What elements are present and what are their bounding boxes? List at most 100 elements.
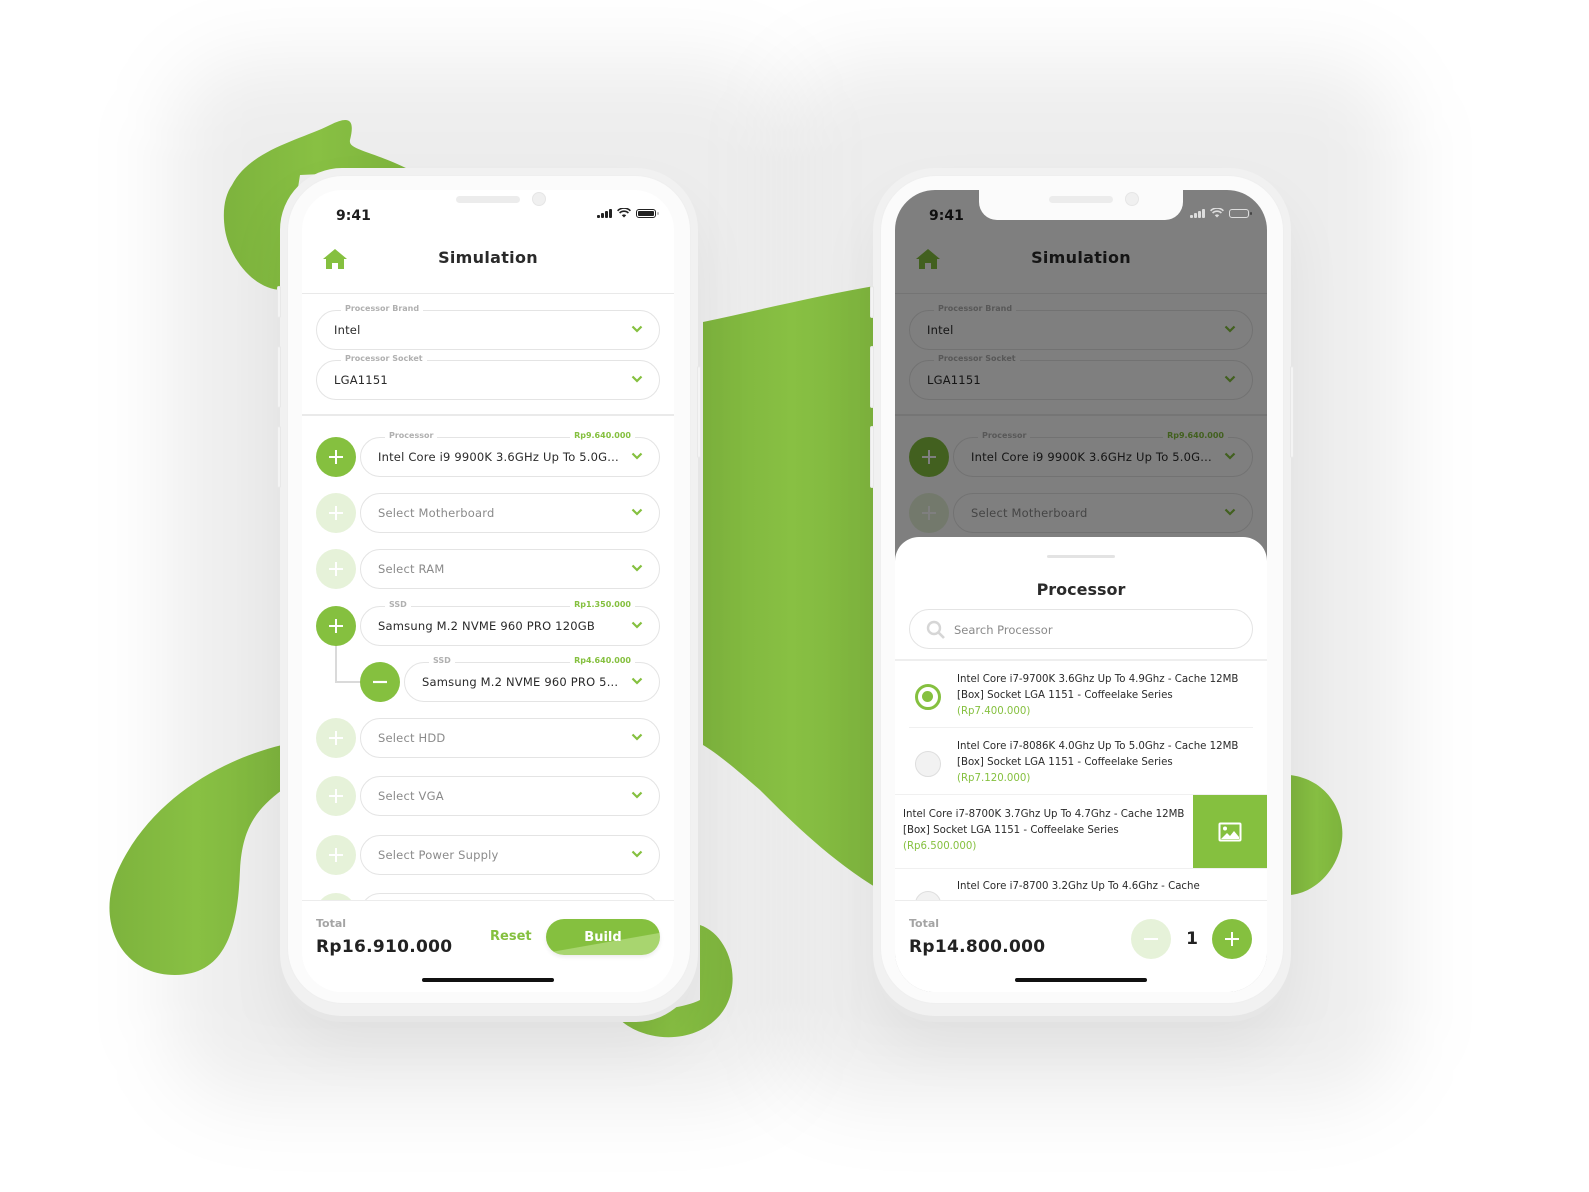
field-price: Rp1.350.000: [570, 600, 635, 609]
blob-center: [703, 285, 880, 890]
radio-unchecked[interactable]: [915, 751, 941, 777]
signal-icon: [597, 208, 612, 218]
option-name: Intel Core i7-8700K 3.7Ghz Up To 4.7Ghz …: [903, 809, 1185, 836]
ssd-select[interactable]: SSD Rp1.350.000 Samsung M.2 NVME 960 PRO…: [360, 600, 660, 646]
battery-icon: [636, 208, 659, 218]
field-price: Rp4.640.000: [570, 656, 635, 665]
option-price: (Rp6.500.000): [903, 841, 977, 852]
field-value: Samsung M.2 NVME 960 PRO 120GB: [378, 619, 595, 633]
side-button: [277, 286, 281, 318]
add-ram-button[interactable]: [316, 549, 356, 589]
status-time: 9:41: [336, 208, 371, 224]
chevron-down-icon: [631, 677, 643, 685]
total-label: Total: [316, 917, 347, 930]
reset-button[interactable]: Reset: [490, 929, 532, 944]
decrease-quantity-button[interactable]: [1131, 919, 1171, 959]
row-divider: [909, 727, 1253, 728]
phone-simulation: 9:41 Simulation Processor Brand Intel Pr…: [277, 168, 701, 1016]
chevron-down-icon: [631, 452, 643, 460]
tree-connector: [335, 681, 361, 683]
chevron-down-icon: [631, 375, 643, 383]
hdd-select[interactable]: Select HDD: [360, 718, 660, 758]
chevron-down-icon: [631, 791, 643, 799]
plus-icon: [329, 848, 343, 862]
page-title: Simulation: [438, 248, 538, 267]
ssd-select-2[interactable]: SSD Rp4.640.000 Samsung M.2 NVME 960 PRO…: [404, 656, 660, 702]
home-indicator: [422, 977, 554, 982]
decorative-blobs: [109, 120, 1343, 1038]
chevron-down-icon: [631, 733, 643, 741]
processor-brand-select[interactable]: Processor Brand Intel: [316, 304, 660, 350]
minus-icon: [1144, 938, 1158, 940]
search-field[interactable]: [909, 609, 1253, 649]
option-name: Intel Core i7-8700 3.2Ghz Up To 4.6Ghz -…: [957, 881, 1200, 892]
processor-select[interactable]: Processor Rp9.640.000 Intel Core i9 9900…: [360, 431, 660, 477]
increase-quantity-button[interactable]: [1212, 919, 1252, 959]
side-button: [277, 346, 281, 408]
field-label: Processor: [385, 431, 438, 440]
home-indicator: [1015, 977, 1147, 982]
motherboard-select[interactable]: Select Motherboard: [360, 493, 660, 533]
add-processor-button[interactable]: [316, 437, 356, 477]
field-placeholder: Select RAM: [378, 562, 445, 576]
field-value: Intel Core i9 9900K 3.6GHz Up To 5.0G...: [378, 450, 619, 464]
field-label: Processor Brand: [341, 304, 424, 313]
power-supply-select[interactable]: Select Power Supply: [360, 835, 660, 875]
chevron-down-icon: [631, 508, 643, 516]
signal-icon: [1190, 208, 1205, 218]
option-price: (Rp7.120.000): [957, 773, 1031, 784]
blob-right: [1290, 775, 1343, 895]
radio-checked[interactable]: [915, 684, 941, 710]
section-divider: [302, 414, 674, 416]
wifi-icon: [617, 208, 631, 218]
screen: 9:41 Simulation Processor Brand Intel Pr…: [302, 190, 674, 992]
plus-icon: [329, 619, 343, 633]
blob-bottom-left: [109, 745, 283, 975]
add-ssd-button[interactable]: [316, 606, 356, 646]
side-button: [697, 366, 701, 458]
option-name: Intel Core i7-9700K 3.6Ghz Up To 4.9Ghz …: [957, 674, 1239, 701]
field-label: SSD: [429, 656, 455, 665]
vga-select[interactable]: Select VGA: [360, 776, 660, 816]
add-hdd-button[interactable]: [316, 718, 356, 758]
ram-select[interactable]: Select RAM: [360, 549, 660, 589]
field-placeholder: Select VGA: [378, 789, 444, 803]
search-input[interactable]: [954, 620, 1234, 640]
side-button: [277, 426, 281, 488]
side-button: [870, 346, 874, 408]
add-vga-button[interactable]: [316, 776, 356, 816]
plus-icon: [329, 506, 343, 520]
chevron-down-icon: [631, 564, 643, 572]
processor-socket-select[interactable]: Processor Socket LGA1151: [316, 354, 660, 400]
add-motherboard-button[interactable]: [316, 493, 356, 533]
quantity-value: 1: [1186, 929, 1198, 949]
list-item-swiped[interactable]: Intel Core i7-8700K 3.7Ghz Up To 4.7Ghz …: [895, 795, 1267, 869]
plus-icon: [329, 450, 343, 464]
list-item[interactable]: Intel Core i7-9700K 3.6Ghz Up To 4.9Ghz …: [895, 662, 1267, 728]
camera: [1125, 192, 1139, 206]
option-name: Intel Core i7-8086K 4.0Ghz Up To 5.0Ghz …: [957, 741, 1239, 768]
wifi-icon: [1210, 208, 1224, 218]
search-icon: [926, 620, 945, 639]
build-button[interactable]: Build: [546, 919, 660, 955]
sheet-grabber[interactable]: [1047, 555, 1115, 558]
chevron-down-icon: [631, 621, 643, 629]
plus-icon: [329, 562, 343, 576]
side-button: [1290, 366, 1294, 458]
status-icons: [1190, 208, 1252, 218]
field-placeholder: Select HDD: [378, 731, 446, 745]
status-icons: [597, 208, 659, 218]
plus-icon: [329, 731, 343, 745]
view-image-button[interactable]: [1193, 795, 1267, 869]
field-label: SSD: [385, 600, 411, 609]
sheet-title: Processor: [1036, 580, 1126, 599]
add-power-supply-button[interactable]: [316, 835, 356, 875]
field-placeholder: Select Power Supply: [378, 848, 499, 862]
row-divider: [895, 868, 1267, 869]
remove-ssd-button[interactable]: [360, 662, 400, 702]
side-button: [870, 426, 874, 488]
plus-icon: [329, 789, 343, 803]
field-value: LGA1151: [334, 373, 388, 387]
list-item[interactable]: Intel Core i7-8086K 4.0Ghz Up To 5.0Ghz …: [895, 729, 1267, 795]
field-placeholder: Select Motherboard: [378, 506, 495, 520]
